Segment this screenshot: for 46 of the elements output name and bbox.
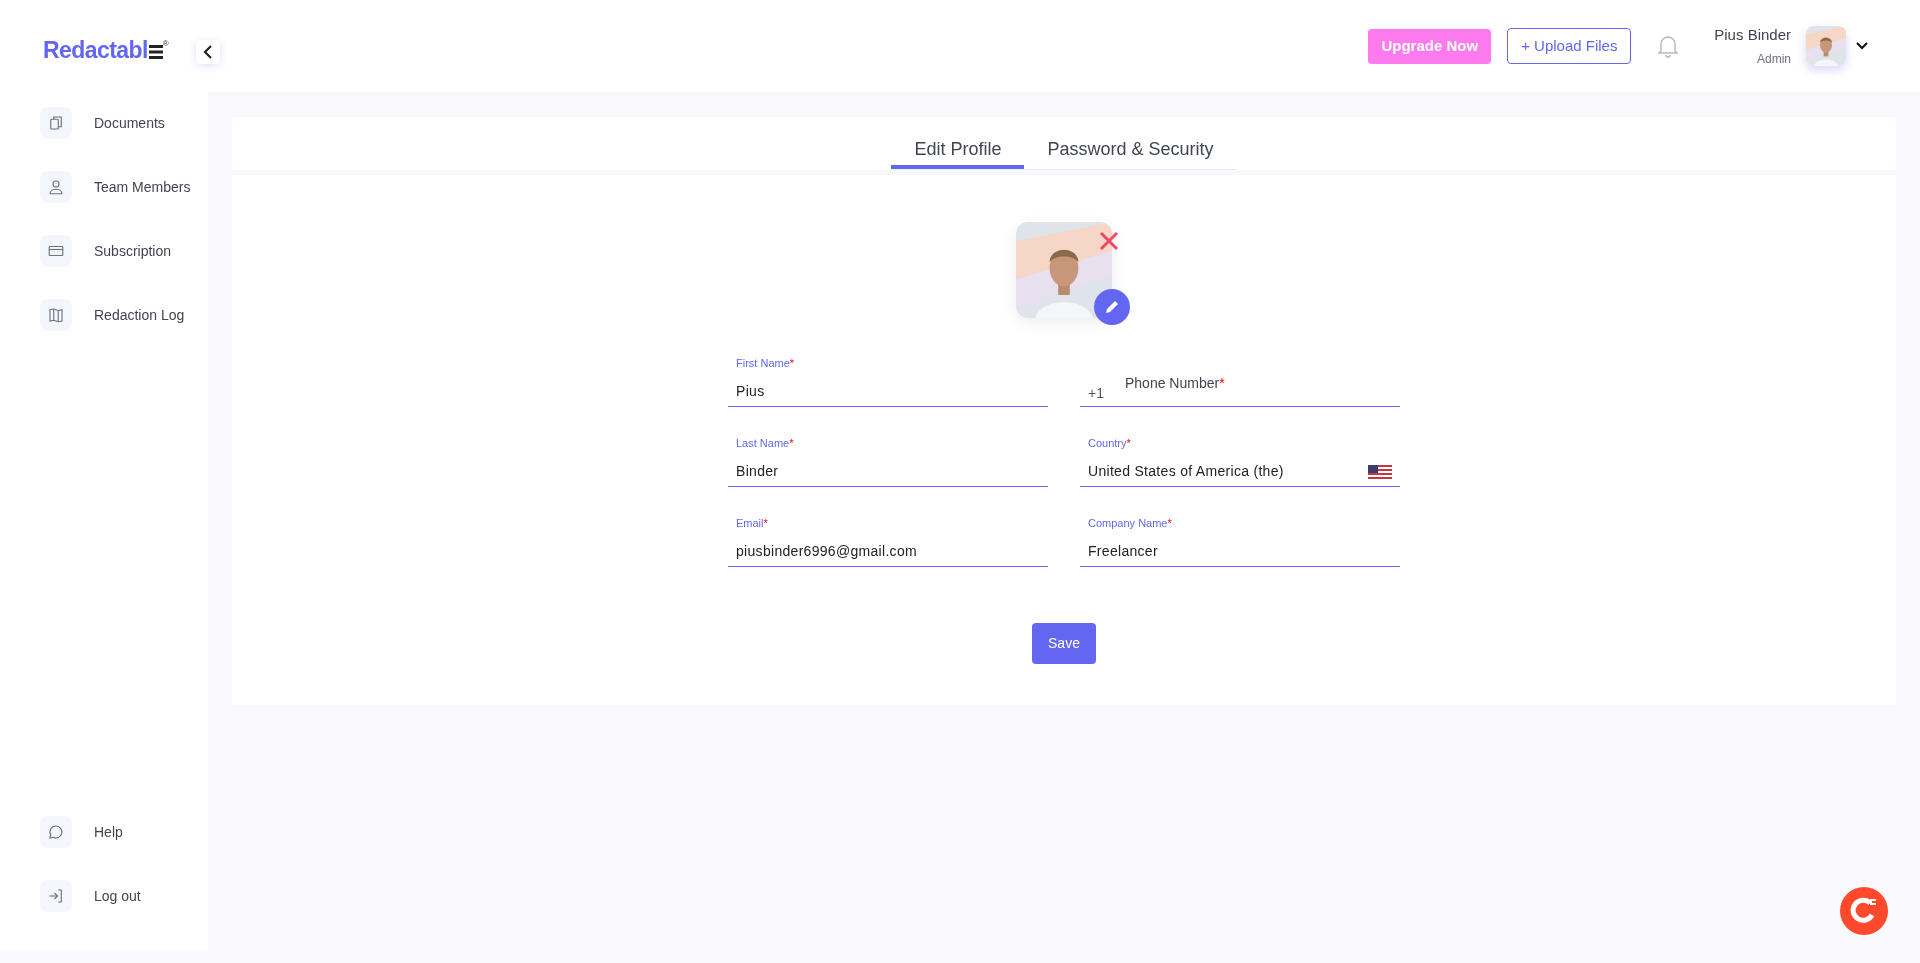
chevron-left-icon	[202, 45, 214, 59]
sidebar-item[interactable]: Subscription	[0, 231, 208, 271]
user-role: Admin	[1757, 51, 1791, 69]
sidebar-item[interactable]: Documents	[0, 103, 208, 143]
phone-field[interactable]: +1 Phone Number*	[1080, 356, 1400, 407]
chat-icon	[47, 823, 65, 841]
edit-photo-button[interactable]	[1094, 289, 1130, 325]
upload-files-button[interactable]: + Upload Files	[1507, 28, 1632, 64]
field-label: Email*	[736, 515, 769, 531]
text-field[interactable]: Country* United States of America (the)	[1080, 436, 1400, 487]
chevron-down-icon[interactable]	[1856, 42, 1868, 50]
sidebar-item[interactable]: Help	[0, 812, 208, 852]
sidebar-item[interactable]: Team Members	[0, 167, 208, 207]
sidebar-item[interactable]: Log out	[0, 876, 208, 916]
logo-badge-icon[interactable]	[1840, 887, 1888, 935]
save-button[interactable]: Save	[1032, 623, 1096, 664]
sidebar-item[interactable]: Redaction Log	[0, 295, 208, 335]
logout-icon	[47, 887, 65, 905]
country-code: +1	[1088, 384, 1104, 403]
logo-bars-icon	[148, 43, 163, 60]
collapse-button[interactable]	[196, 40, 220, 64]
tab[interactable]: Edit Profile	[891, 133, 1025, 169]
field-value: Pius	[736, 382, 765, 401]
logo-text: Redactabl	[43, 35, 148, 65]
field-label: Last Name*	[736, 435, 795, 451]
text-field[interactable]: Email* piusbinder6996@gmail.com	[728, 516, 1048, 567]
book-icon	[47, 306, 65, 324]
documents-icon	[47, 114, 65, 132]
user-icon	[47, 178, 65, 196]
tab[interactable]: Password & Security	[1024, 133, 1237, 169]
field-label: First Name*	[736, 355, 796, 371]
field-value: United States of America (the)	[1088, 462, 1284, 481]
field-label: Country*	[1088, 435, 1132, 451]
remove-photo-icon[interactable]	[1098, 230, 1120, 252]
registered-mark: ®	[162, 38, 169, 50]
field-label: Company Name*	[1088, 515, 1173, 531]
field-value: Binder	[736, 462, 779, 481]
flag-icon	[1368, 464, 1392, 479]
field-label: Phone Number*	[1124, 374, 1225, 393]
text-field[interactable]: First Name* Pius	[728, 356, 1048, 407]
pencil-icon	[1104, 299, 1120, 315]
text-field[interactable]: Company Name* Freelancer	[1080, 516, 1400, 567]
user-name: Pius Binder	[1714, 24, 1791, 45]
text-field[interactable]: Last Name* Binder	[728, 436, 1048, 487]
field-value: piusbinder6996@gmail.com	[736, 542, 917, 561]
field-value: Freelancer	[1088, 542, 1158, 561]
